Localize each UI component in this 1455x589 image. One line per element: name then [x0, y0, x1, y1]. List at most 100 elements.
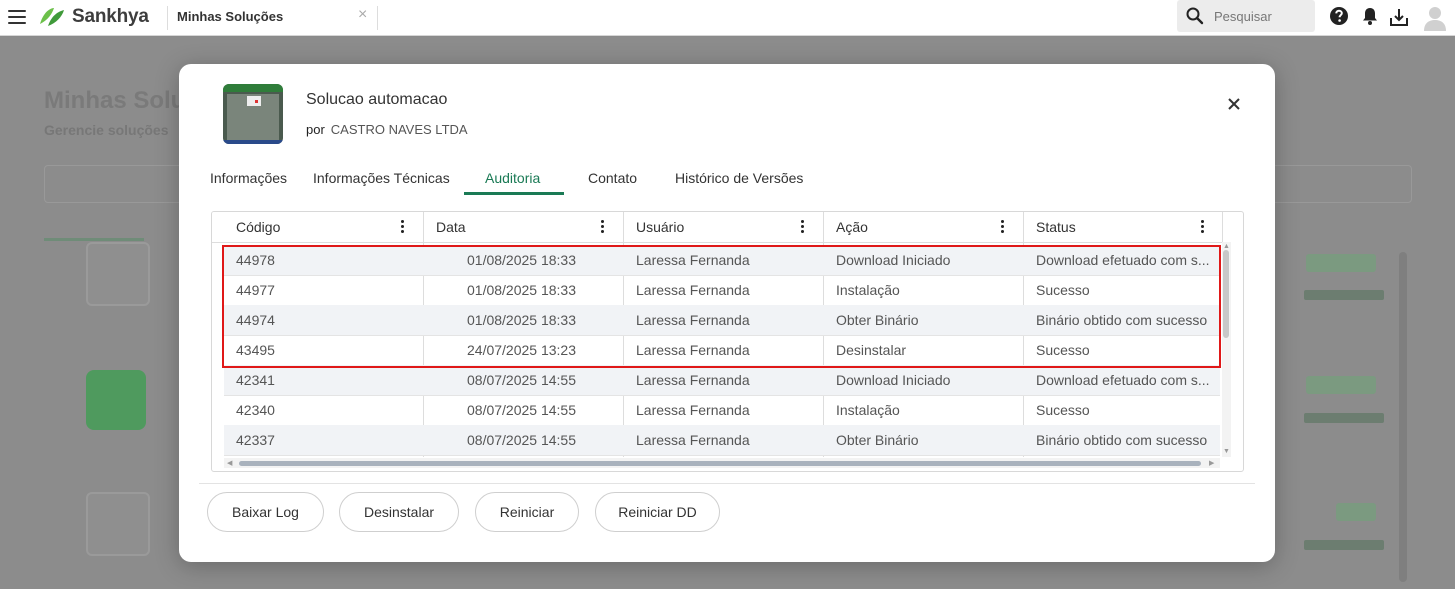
tab-informacoes[interactable]: Informações: [210, 170, 287, 196]
table-row[interactable]: 42340 08/07/2025 14:55 Laressa Fernanda …: [224, 395, 1220, 426]
column-label: Ação: [836, 219, 868, 235]
reiniciar-dd-button[interactable]: Reiniciar DD: [595, 492, 720, 532]
table-row[interactable]: 44977 01/08/2025 18:33 Laressa Fernanda …: [224, 275, 1220, 306]
cell-acao: Instalação: [836, 402, 900, 418]
cell-usuario: Laressa Fernanda: [636, 402, 750, 418]
cell-acao: Desinstalar: [836, 342, 907, 358]
brand-logo[interactable]: Sankhya: [38, 5, 149, 29]
kebab-icon[interactable]: [601, 220, 605, 235]
scroll-down-icon[interactable]: ▼: [1223, 448, 1230, 455]
background-scrollbar: [1399, 252, 1407, 582]
scrollbar-thumb[interactable]: [1223, 250, 1229, 338]
cell-data: 01/08/2025 18:33: [467, 282, 576, 298]
bell-icon[interactable]: [1361, 6, 1379, 26]
scroll-up-icon[interactable]: ▲: [1223, 243, 1230, 250]
column-header-usuario[interactable]: Usuário: [624, 212, 824, 242]
desinstalar-button[interactable]: Desinstalar: [339, 492, 459, 532]
baixar-log-button[interactable]: Baixar Log: [207, 492, 324, 532]
status-badge: [1336, 503, 1376, 521]
cell-usuario: Laressa Fernanda: [636, 312, 750, 328]
solution-title: Solucao automacao: [306, 91, 448, 108]
cell-status: Download efetuado com s...: [1036, 372, 1210, 388]
column-header-codigo[interactable]: Código: [212, 212, 424, 242]
cell-codigo: 44978: [236, 252, 275, 268]
close-icon[interactable]: [1225, 95, 1243, 113]
cell-data: 08/07/2025 14:55: [467, 432, 576, 448]
grid-header: Código Data Usuário Ação Status: [212, 212, 1223, 243]
app-tab-close-icon[interactable]: ×: [358, 6, 367, 24]
scroll-right-icon[interactable]: ▶: [1209, 459, 1214, 467]
audit-grid: Código Data Usuário Ação Status 44978 01…: [211, 211, 1244, 472]
divider: [377, 6, 378, 30]
cell-status: Binário obtido com sucesso: [1036, 432, 1208, 448]
by-label: por: [306, 122, 325, 137]
help-icon[interactable]: [1329, 6, 1349, 26]
solution-publisher: por CASTRO NAVES LTDA: [306, 122, 468, 137]
app-tab-label[interactable]: Minhas Soluções: [177, 9, 283, 24]
column-header-status[interactable]: Status: [1024, 212, 1223, 242]
hamburger-icon[interactable]: [8, 10, 26, 24]
column-header-acao[interactable]: Ação: [824, 212, 1024, 242]
cell-usuario: Laressa Fernanda: [636, 282, 750, 298]
solution-thumbnail: [86, 370, 146, 430]
table-row[interactable]: 42341 08/07/2025 14:55 Laressa Fernanda …: [224, 365, 1220, 396]
cell-usuario: Laressa Fernanda: [636, 372, 750, 388]
solution-details-modal: Solucao automacao por CASTRO NAVES LTDA I…: [179, 64, 1275, 562]
divider: [167, 6, 168, 30]
scrollbar-thumb[interactable]: [239, 461, 1201, 466]
search-icon: [1186, 7, 1204, 25]
column-label: Status: [1036, 219, 1076, 235]
user-avatar-icon[interactable]: [1422, 4, 1448, 32]
page-title: Minhas Solu: [44, 87, 186, 114]
scroll-left-icon[interactable]: ◀: [227, 459, 232, 467]
table-row[interactable]: 44974 01/08/2025 18:33 Laressa Fernanda …: [224, 305, 1220, 336]
cell-status: Sucesso: [1036, 402, 1090, 418]
tab-contato[interactable]: Contato: [588, 170, 637, 196]
kebab-icon[interactable]: [1201, 220, 1205, 235]
cell-codigo: 42337: [236, 432, 275, 448]
column-header-data[interactable]: Data: [424, 212, 624, 242]
cell-status: Download efetuado com s...: [1036, 252, 1210, 268]
cell-acao: Download Iniciado: [836, 252, 951, 268]
cell-usuario: Laressa Fernanda: [636, 432, 750, 448]
brand-name: Sankhya: [72, 6, 149, 27]
download-icon[interactable]: [1388, 6, 1410, 28]
table-row[interactable]: 42337 08/07/2025 14:55 Laressa Fernanda …: [224, 425, 1220, 456]
kebab-icon[interactable]: [1001, 220, 1005, 235]
cell-usuario: Laressa Fernanda: [636, 342, 750, 358]
details-link: [1304, 540, 1384, 550]
cell-usuario: Laressa Fernanda: [636, 252, 750, 268]
horizontal-scrollbar[interactable]: ◀ ▶: [224, 458, 1220, 468]
cell-codigo: 44974: [236, 312, 275, 328]
background-tab: [44, 212, 144, 241]
column-label: Usuário: [636, 219, 685, 235]
solution-thumbnail: [86, 242, 150, 306]
search-input[interactable]: Pesquisar: [1214, 9, 1272, 24]
status-badge: [1306, 376, 1376, 394]
kebab-icon[interactable]: [801, 220, 805, 235]
top-bar: Sankhya Minhas Soluções × Pesquisar: [0, 0, 1455, 36]
cell-status: Sucesso: [1036, 282, 1090, 298]
cell-acao: Download Iniciado: [836, 372, 951, 388]
vertical-scrollbar[interactable]: ▲ ▼: [1222, 242, 1231, 457]
active-tab-indicator: [464, 192, 564, 195]
cell-data: 01/08/2025 18:33: [467, 312, 576, 328]
cell-codigo: 43495: [236, 342, 275, 358]
table-row[interactable]: 44978 01/08/2025 18:33 Laressa Fernanda …: [224, 245, 1220, 276]
tab-informacoes-tecnicas[interactable]: Informações Técnicas: [313, 170, 450, 196]
kebab-icon[interactable]: [401, 220, 405, 235]
cell-codigo: 42341: [236, 372, 275, 388]
status-badge: [1306, 254, 1376, 272]
column-divider: [1222, 212, 1223, 242]
cell-codigo: 42340: [236, 402, 275, 418]
footer-divider: [199, 483, 1255, 484]
cell-acao: Instalação: [836, 282, 900, 298]
table-row[interactable]: 43495 24/07/2025 13:23 Laressa Fernanda …: [224, 335, 1220, 366]
reiniciar-button[interactable]: Reiniciar: [475, 492, 579, 532]
column-label: Data: [436, 219, 466, 235]
cell-data: 24/07/2025 13:23: [467, 342, 576, 358]
search-box[interactable]: Pesquisar: [1177, 0, 1315, 32]
tab-historico-versoes[interactable]: Histórico de Versões: [675, 170, 803, 196]
details-link: [1304, 413, 1384, 423]
cell-data: 08/07/2025 14:55: [467, 402, 576, 418]
